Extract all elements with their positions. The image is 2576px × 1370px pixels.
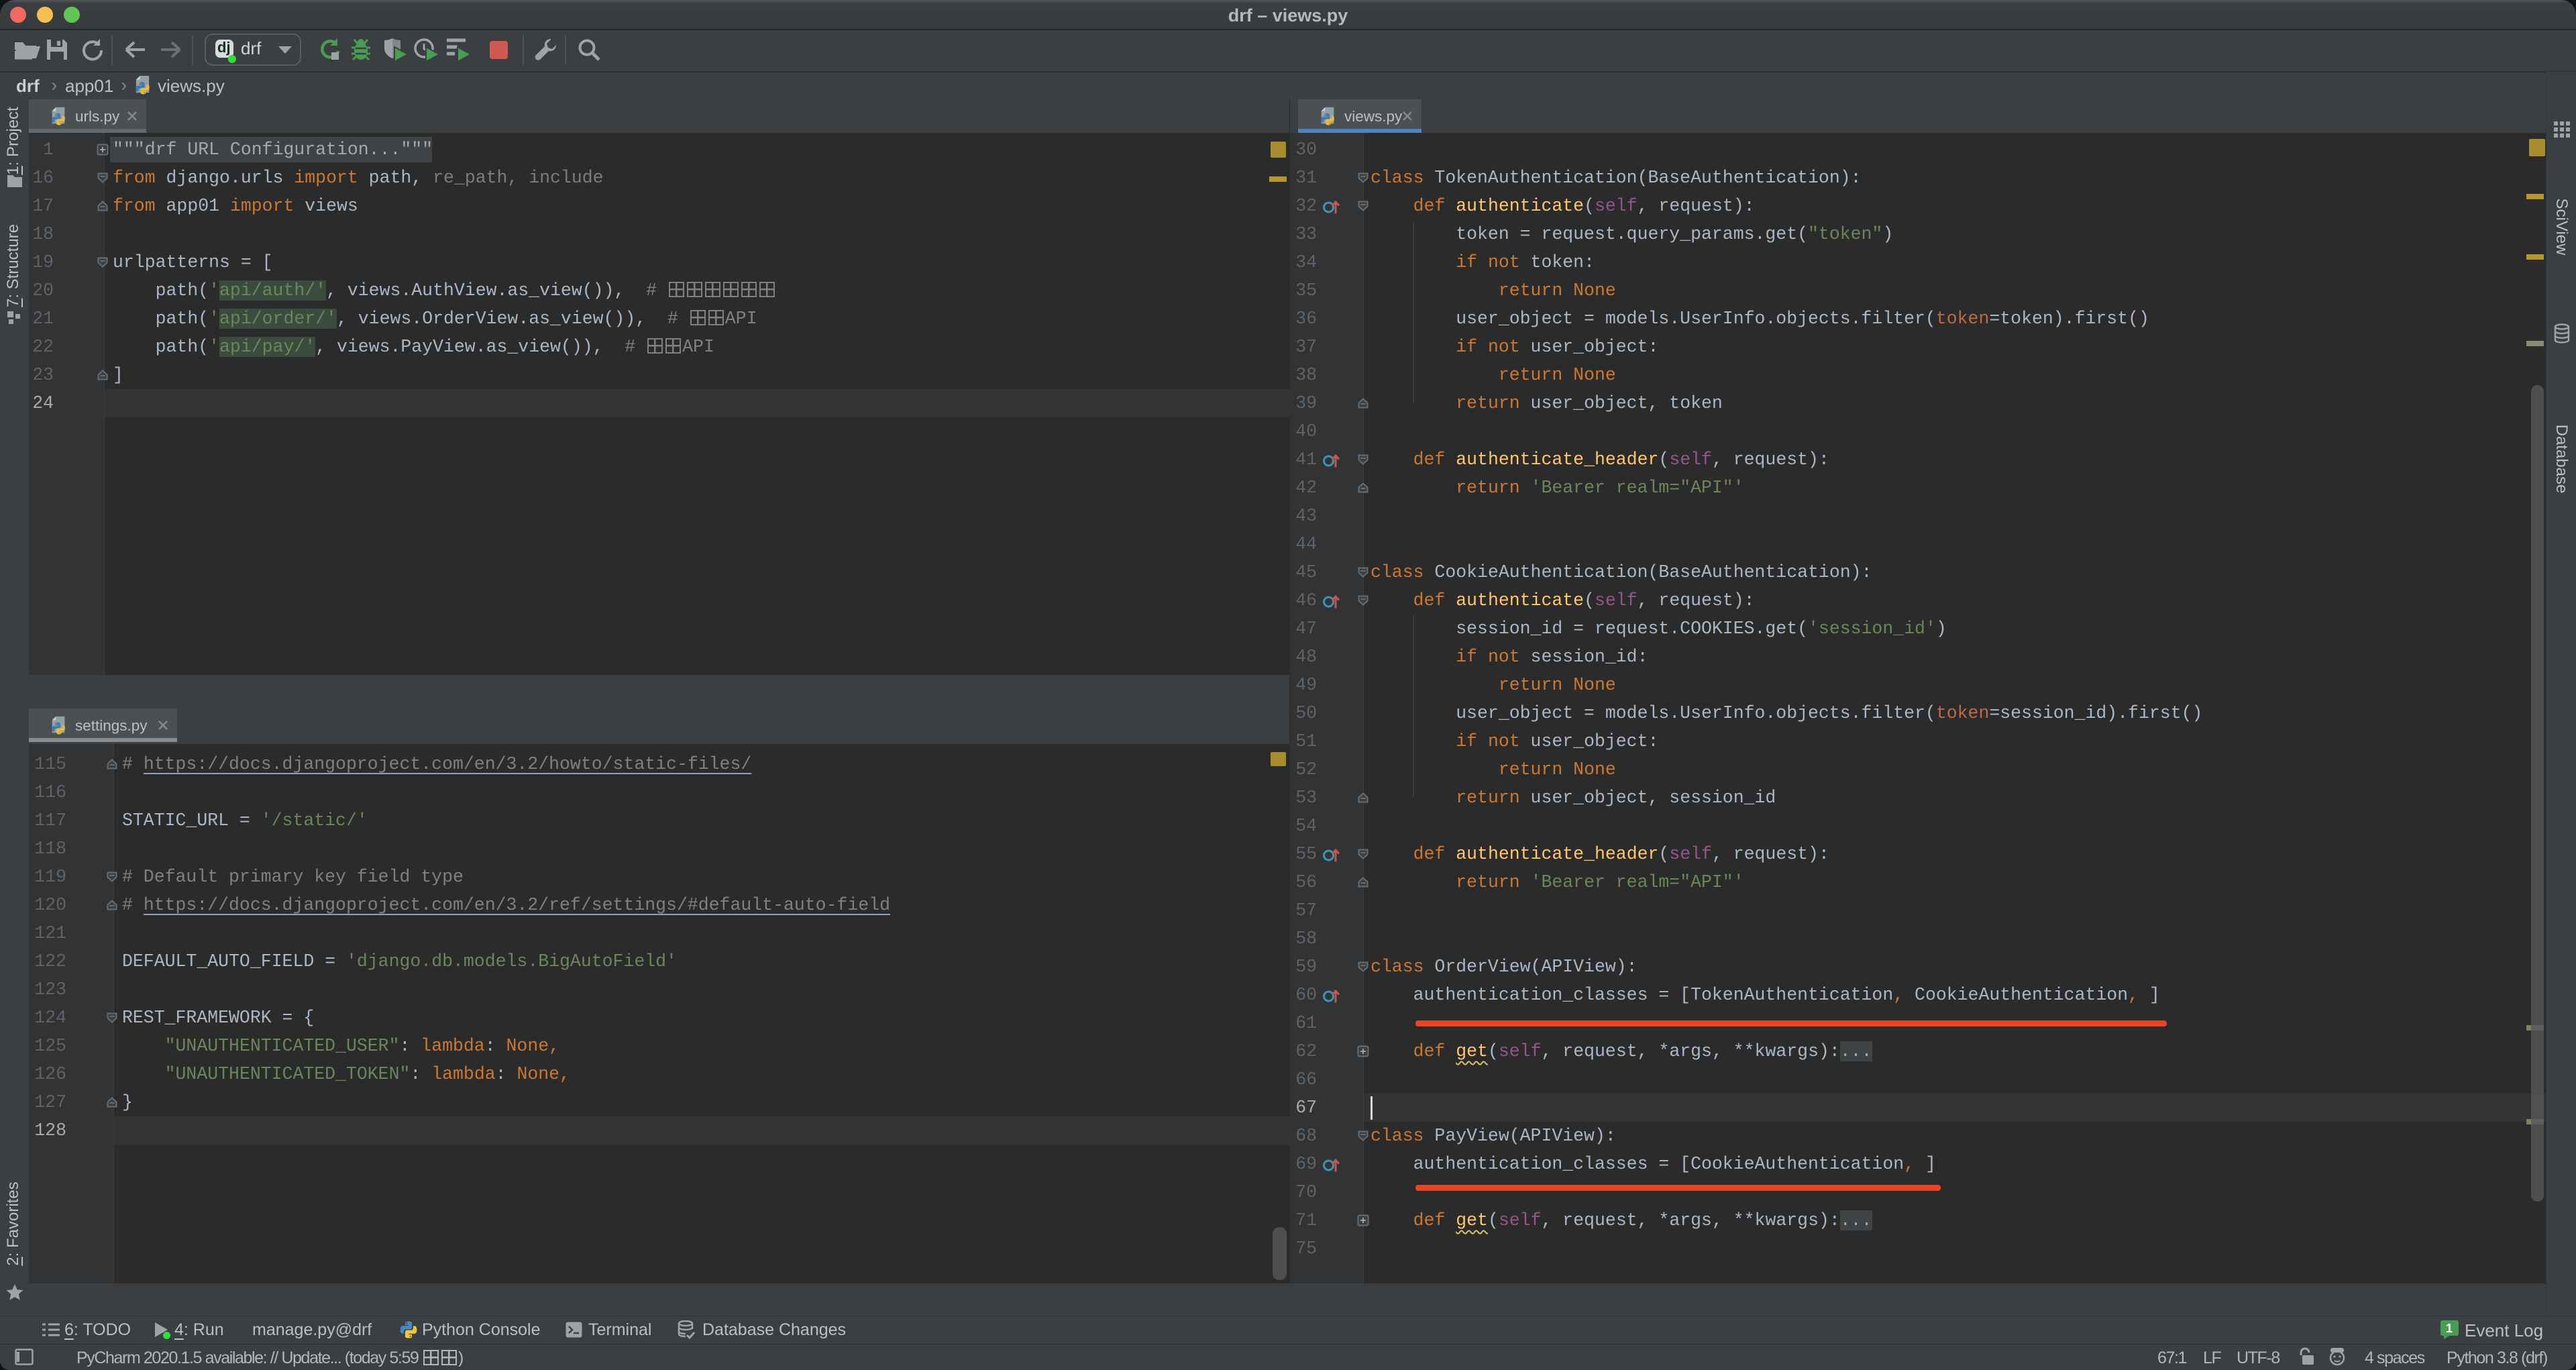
svg-text:1: 1 xyxy=(2446,1322,2453,1335)
